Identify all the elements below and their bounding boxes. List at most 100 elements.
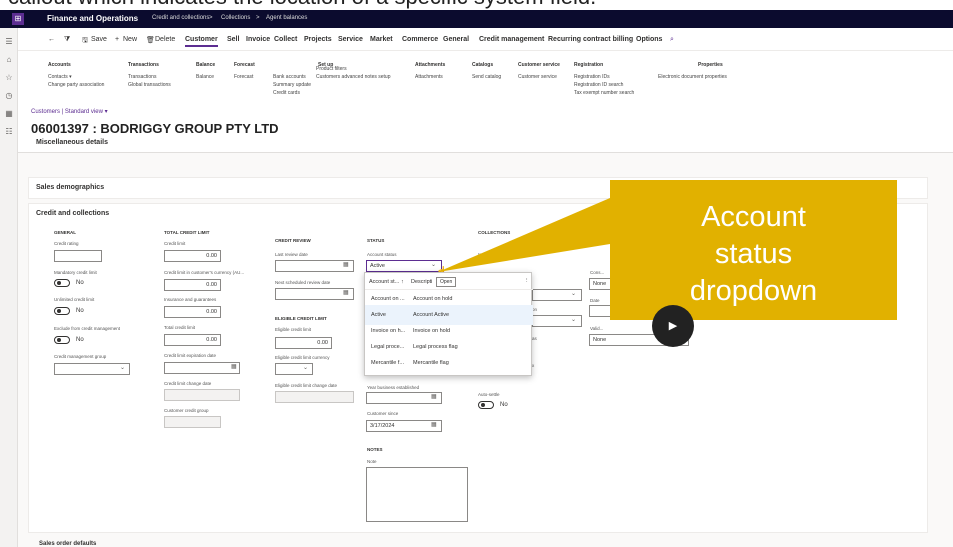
- filter-icon[interactable]: ⧩: [64, 36, 70, 44]
- auto-settle-toggle[interactable]: [478, 401, 494, 409]
- credit-limit-field[interactable]: 0.00: [164, 250, 221, 262]
- eligible-change-date-field: [275, 391, 354, 403]
- ribbon-item-balance[interactable]: Balance: [196, 73, 215, 81]
- new-button[interactable]: New: [123, 36, 137, 43]
- total-credit-header: TOTAL CREDIT LIMIT: [164, 230, 210, 235]
- ribbon-group-catalogs: Catalogs Send catalog: [472, 61, 501, 81]
- section-misc-details[interactable]: Miscellaneous details: [36, 139, 108, 146]
- breadcrumb-page[interactable]: Agent balances: [266, 15, 307, 21]
- callout-line: status: [714, 238, 793, 270]
- coll-date-field[interactable]: [589, 305, 611, 317]
- note-textarea[interactable]: [366, 467, 468, 522]
- calendar-icon[interactable]: ▦: [431, 421, 437, 428]
- sort-icon[interactable]: ↑: [401, 279, 404, 285]
- expiration-date-label: Credit limit expiration date: [164, 353, 217, 358]
- delete-button[interactable]: Delete: [155, 36, 175, 43]
- ribbon-group-customer-service: Customer service Customer service: [518, 61, 560, 81]
- ribbon-item-advanced-notes[interactable]: Customers advanced notes setup: [316, 73, 391, 81]
- home-icon[interactable]: ⌂: [0, 55, 18, 64]
- toggle-value: No: [76, 280, 84, 286]
- ribbon-item-change-party[interactable]: Change party association: [48, 81, 104, 89]
- credit-mgmt-group-label: Credit management group: [54, 354, 107, 359]
- tab-options[interactable]: Options: [636, 36, 662, 43]
- toggle-value: No: [500, 402, 508, 408]
- ribbon-item-contacts[interactable]: Contacts ▾: [48, 73, 104, 81]
- ribbon-item-registration-search[interactable]: Registration ID search: [574, 81, 634, 89]
- credit-mgmt-group-select[interactable]: [54, 363, 130, 375]
- eligible-credit-limit-field[interactable]: 0.00: [275, 337, 332, 349]
- ribbon-item-credit-cards[interactable]: Credit cards: [273, 89, 333, 97]
- ribbon-item-summary-update[interactable]: Summary update: [273, 81, 333, 89]
- view-breadcrumb[interactable]: Customers | Standard view ▾: [31, 108, 108, 115]
- total-credit-limit-field[interactable]: 0.00: [164, 334, 221, 346]
- column-header-description[interactable]: Descripti: [411, 279, 432, 285]
- play-icon[interactable]: ▶: [652, 305, 694, 347]
- tab-credit-management[interactable]: Credit management: [479, 36, 544, 43]
- eligible-currency-label: Eligible credit limit currency: [275, 355, 330, 360]
- ribbon-item-attachments[interactable]: Attachments: [415, 73, 445, 81]
- tab-sell[interactable]: Sell: [227, 36, 239, 43]
- status-header: STATUS: [367, 238, 385, 243]
- change-date-field: [164, 389, 240, 401]
- tab-general[interactable]: General: [443, 36, 469, 43]
- ribbon-item-transactions[interactable]: Transactions: [128, 73, 171, 81]
- insurance-field[interactable]: 0.00: [164, 306, 221, 318]
- tab-commerce[interactable]: Commerce: [402, 36, 438, 43]
- notes-header: NOTES: [367, 447, 383, 452]
- ribbon-group-accounts: Accounts Contacts ▾ Change party associa…: [48, 61, 104, 89]
- tab-market[interactable]: Market: [370, 36, 393, 43]
- mandatory-credit-limit-toggle[interactable]: [54, 279, 70, 287]
- ribbon-item-send-catalog[interactable]: Send catalog: [472, 73, 501, 81]
- callout-pointer: [438, 198, 610, 272]
- calendar-icon[interactable]: ▦: [343, 289, 349, 296]
- back-icon[interactable]: ←: [48, 36, 55, 43]
- column-header-account-status[interactable]: Account st...: [369, 279, 399, 285]
- credit-limit-currency-label: Credit limit in customer's currency (AU.…: [164, 270, 245, 275]
- favorites-icon[interactable]: ☆: [0, 73, 18, 82]
- ribbon-item-electronic-doc-props[interactable]: Electronic document properties: [658, 73, 727, 81]
- ribbon-group-header: Balance: [196, 62, 216, 68]
- tab-invoice[interactable]: Invoice: [246, 36, 270, 43]
- expiration-date-field[interactable]: [164, 362, 240, 374]
- action-toolbar: ← ⧩ 🖫 Save + New 🗑 Delete Customer Sell …: [18, 28, 953, 51]
- credit-rating-field[interactable]: [54, 250, 102, 262]
- exclude-credit-mgmt-toggle[interactable]: [54, 336, 70, 344]
- calendar-icon[interactable]: ▦: [431, 393, 437, 400]
- calendar-icon[interactable]: ▦: [343, 261, 349, 268]
- ribbon-item-forecast[interactable]: Forecast: [234, 73, 255, 81]
- app-launcher-icon[interactable]: ⊞: [12, 13, 24, 25]
- hamburger-icon[interactable]: ☰: [0, 37, 18, 46]
- workspaces-icon[interactable]: ▦: [0, 109, 18, 118]
- account-status-label: Account status: [367, 252, 397, 257]
- ribbon-item-registration-ids[interactable]: Registration IDs: [574, 73, 634, 81]
- save-button[interactable]: Save: [91, 36, 107, 43]
- modules-icon[interactable]: ☷: [0, 127, 18, 136]
- recent-icon[interactable]: ◷: [0, 91, 18, 100]
- ribbon-group-header: Forecast: [234, 62, 255, 68]
- breadcrumb-module[interactable]: Credit and collections: [152, 15, 209, 21]
- section-header[interactable]: Credit and collections: [36, 210, 109, 217]
- coll-date-label: Date: [590, 298, 600, 303]
- dropdown-option[interactable]: Mercantile f... Mercantile flag: [365, 353, 533, 373]
- toggle-value: No: [76, 337, 84, 343]
- search-icon[interactable]: ⌕: [670, 36, 674, 44]
- tab-service[interactable]: Service: [338, 36, 363, 43]
- credit-limit-currency-field[interactable]: 0.00: [164, 279, 221, 291]
- general-header: GENERAL: [54, 230, 77, 235]
- section-header: Sales demographics: [36, 184, 105, 191]
- breadcrumb-area[interactable]: Collections: [221, 15, 250, 21]
- tab-collect[interactable]: Collect: [274, 36, 297, 43]
- ribbon-item-customer-service[interactable]: Customer service: [518, 73, 560, 81]
- tab-recurring-contract-billing[interactable]: Recurring contract billing: [548, 36, 633, 43]
- nav-rail: ☰ ⌂ ☆ ◷ ▦ ☷: [0, 28, 18, 547]
- tutorial-caption: callout which indicates the location of …: [0, 0, 953, 10]
- section-sales-order-defaults[interactable]: Sales order defaults: [39, 541, 96, 547]
- ribbon-item-product-filters[interactable]: Product filters: [316, 65, 391, 73]
- calendar-icon[interactable]: ▦: [231, 363, 237, 370]
- tab-projects[interactable]: Projects: [304, 36, 332, 43]
- next-review-date-label: Next scheduled review date: [275, 280, 331, 285]
- ribbon-item-tax-exempt-search[interactable]: Tax exempt number search: [574, 89, 634, 97]
- tab-customer[interactable]: Customer: [185, 36, 218, 47]
- ribbon-item-global-transactions[interactable]: Global transactions: [128, 81, 171, 89]
- unlimited-credit-limit-toggle[interactable]: [54, 307, 70, 315]
